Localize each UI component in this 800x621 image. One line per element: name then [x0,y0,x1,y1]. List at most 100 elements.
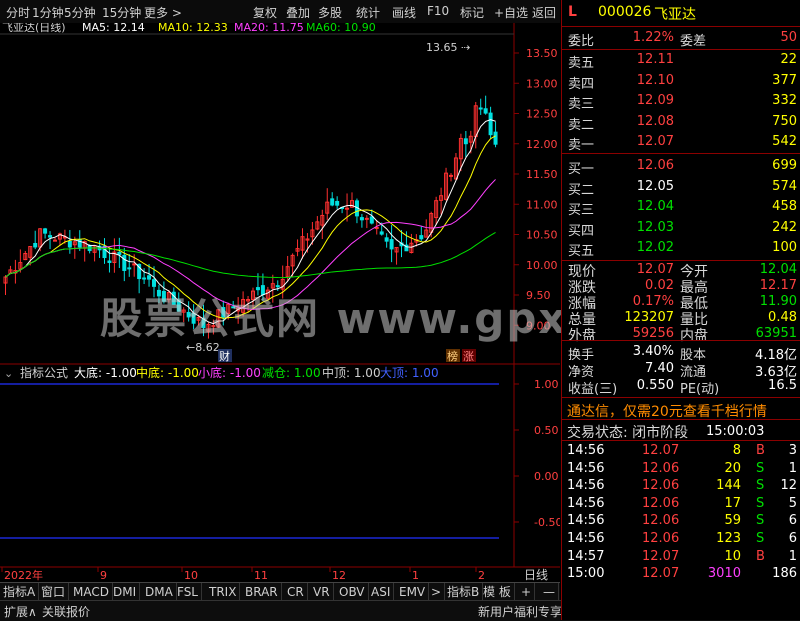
ask-row[interactable]: 卖三 12.09 332 [562,91,800,112]
bid-row[interactable]: 买四 12.03 242 [562,218,800,239]
tab-9[interactable]: VR [310,583,334,601]
fundamental-row: 收益(三) 0.550 PE(动) 16.5 [562,376,800,397]
ask-row[interactable]: 卖二 12.08 750 [562,112,800,133]
fund-value: 7.40 [645,361,674,376]
tab-13[interactable]: > [428,583,446,601]
tab-15[interactable]: 模 板 [480,583,515,601]
weicha-value: 50 [780,30,797,45]
trade-status-label: 交易状态: 闭市阶段 [567,425,689,441]
candle-body [142,277,147,280]
ma-legend-3: MA60: 10.90 [306,23,376,34]
marker-bang-text: 榜 [447,349,458,363]
status-left-0[interactable]: 扩展∧ [4,603,37,620]
promo-banner[interactable]: 通达信，仅需20元查看千档行情 [567,401,767,421]
tick-row: 15:00 12.07 3010 186 [562,564,800,582]
toolbar-btn-3[interactable]: 统计 [356,4,380,21]
tab-8[interactable]: CR [284,583,308,601]
toolbar-period-3[interactable]: 15分钟 [102,4,141,21]
candle-body [364,217,369,220]
candle-body [493,131,498,145]
tick-volume: 144 [716,478,741,494]
tab-2[interactable]: MACD [70,583,113,601]
toolbar-btn-2[interactable]: 多股 [318,4,342,21]
tick-price: 12.06 [642,495,680,511]
toolbar-period-4[interactable]: 更多 > [144,4,182,21]
bid-row[interactable]: 买五 12.02 100 [562,238,800,259]
weibi-value: 1.22% [632,30,674,45]
weibi-row: 委比 1.22% 委差 50 [562,28,800,49]
tab-5[interactable]: FSL [174,583,202,601]
indicator-tabs: 指标A 窗口 MACD DMI DMA FSL TRIX BRAR CR VR OBV ASI EMV >… [0,582,560,601]
ask-row[interactable]: 卖一 12.07 542 [562,132,800,153]
tab-7[interactable]: BRAR [242,583,282,601]
indicator-item-2: 小底: -1.00 [198,365,261,380]
bid-label: 买一 [568,162,595,177]
toolbar-period-2[interactable]: 5分钟 [64,4,96,21]
toolbar-period-1[interactable]: 1分钟 [32,4,64,21]
divider [562,26,800,27]
ask-row[interactable]: 卖五 12.11 22 [562,50,800,71]
candle-body [33,243,38,248]
tick-volume: 3010 [707,566,741,582]
candle-body [335,200,340,206]
ask-volume: 377 [772,72,797,88]
ask-row[interactable]: 卖四 12.10 377 [562,71,800,92]
bid-label: 买五 [568,244,595,259]
indicator-title: 指标公式 [20,365,68,380]
candle-body [122,254,127,271]
ask-label: 卖三 [568,97,595,112]
toolbar-btn-5[interactable]: F10 [427,4,449,18]
status-promo[interactable]: 新用户福利专享 [478,603,562,620]
bid-row[interactable]: 买一 12.06 699 [562,156,800,177]
toolbar-btn-0[interactable]: 复权 [253,4,277,21]
ask-label: 卖四 [568,76,595,92]
price-label: 13.00 [526,77,558,90]
tick-price: 12.06 [642,531,680,546]
ask-volume: 750 [772,113,797,129]
tab-10[interactable]: OBV [336,583,369,601]
tab-12[interactable]: EMV [396,583,430,601]
tab-14[interactable]: 指标B [444,583,484,601]
tab-4[interactable]: DMA [142,583,177,601]
bid-label: 买四 [568,223,595,239]
toolbar-btn-4[interactable]: 画线 [392,4,416,21]
tab-6[interactable]: TRIX [206,583,241,601]
stat-value: 12.04 [759,262,797,277]
toolbar-period-0[interactable]: 分时 [6,4,30,21]
status-left-1[interactable]: 关联报价 [42,603,90,620]
toolbar-btn-6[interactable]: 标记 [460,4,484,21]
candle-body [369,216,374,224]
stat-value: 123207 [624,310,674,325]
price-label: 12.50 [526,108,558,121]
tab-1[interactable]: 窗口 [38,583,70,601]
ask-label: 卖五 [568,56,595,71]
candle-body [478,107,483,110]
bid-row[interactable]: 买二 12.05 574 [562,177,800,198]
toolbar-btn-7[interactable]: +自选 [494,4,528,21]
toolbar-btn-8[interactable]: 返回 [532,4,556,21]
ask-volume: 332 [772,93,797,108]
tick-row: 14:56 12.06 20 S 1 [562,459,800,477]
candle-body [102,245,107,259]
stat-row: 总量 123207 量比 0.48 [562,310,800,328]
stat-value: 12.17 [759,278,797,293]
price-label: 10.50 [526,229,558,242]
candle-body [359,217,364,221]
ask-price: 12.09 [636,93,674,108]
candle-body [379,231,384,235]
tick-count: 6 [788,531,797,546]
tab-17[interactable]: — [540,583,559,601]
stat-value: 12.07 [636,262,674,277]
top-toolbar: 分时 1分钟 5分钟 15分钟 更多 > 复权 叠加 多股 统计 画线 F10 标记 +自选 返回 [0,0,560,24]
bid-row[interactable]: 买三 12.04 458 [562,197,800,218]
tab-3[interactable]: DMI [110,583,141,601]
tab-11[interactable]: ASI [368,583,395,601]
time-label: 12 [332,569,346,582]
weicha-label: 委差 [680,34,707,49]
indicator-item-0: 大底: -1.00 [74,365,137,380]
toolbar-btn-1[interactable]: 叠加 [286,4,310,21]
tab-16[interactable]: + [518,583,536,601]
tab-0[interactable]: 指标A [0,583,40,601]
tick-row: 14:56 12.06 17 S 5 [562,494,800,512]
candle-body [419,235,424,240]
